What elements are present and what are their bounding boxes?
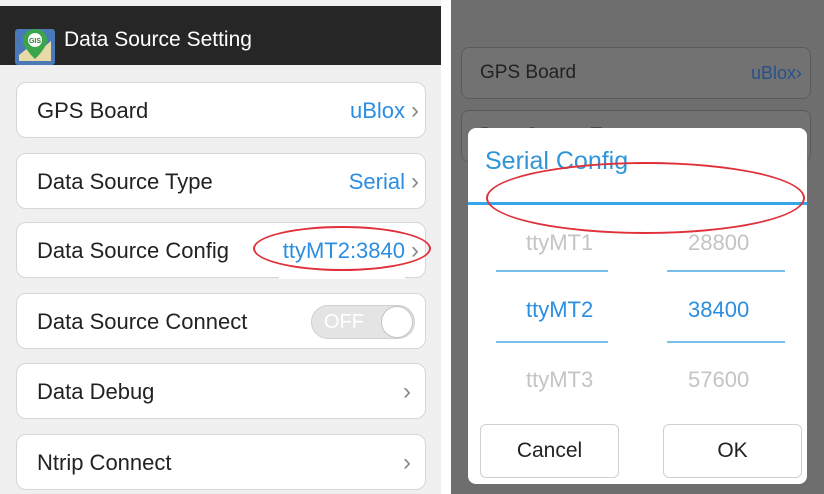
gps-board-row-dimmed: GPS Board uBlox› — [461, 47, 811, 99]
title-divider — [468, 202, 807, 205]
connect-toggle[interactable]: OFF — [311, 305, 415, 339]
data-debug-label: Data Debug — [37, 379, 155, 404]
serial-config-screen: GPS Board uBlox› Data Source Type Serial… — [451, 0, 824, 494]
chevron-right-icon: › — [411, 237, 419, 264]
data-source-type-row[interactable]: Data Source Type Serial › — [16, 153, 426, 209]
port-option[interactable]: ttyMT1 — [526, 228, 593, 258]
data-source-config-value: ttyMT2:3840 — [278, 223, 405, 279]
chevron-right-icon: › — [411, 168, 419, 195]
picker-divider — [667, 270, 785, 272]
port-selected[interactable]: ttyMT2 — [526, 295, 593, 325]
gps-board-label: GPS Board — [480, 62, 577, 83]
data-debug-row[interactable]: Data Debug › — [16, 363, 426, 419]
data-source-connect-row: Data Source Connect OFF — [16, 293, 426, 349]
title-bar: GIS Data Source Setting — [0, 6, 441, 65]
chevron-right-icon: › — [403, 449, 411, 476]
picker-divider — [496, 341, 608, 343]
data-source-type-value: Serial — [348, 169, 405, 194]
picker-divider — [496, 270, 608, 272]
data-source-connect-label: Data Source Connect — [37, 309, 248, 334]
gis-map-pin-icon: GIS — [15, 29, 55, 65]
port-option[interactable]: ttyMT3 — [526, 365, 593, 395]
picker-divider — [667, 341, 785, 343]
cancel-button[interactable]: Cancel — [480, 424, 619, 478]
gps-board-label: GPS Board — [37, 98, 149, 123]
data-source-type-label: Data Source Type — [37, 169, 213, 194]
baud-option[interactable]: 28800 — [688, 228, 749, 258]
chevron-right-icon: › — [403, 378, 411, 405]
svg-text:GIS: GIS — [29, 38, 41, 45]
serial-config-dialog: Serial Config ttyMT1 28800 ttyMT2 38400 … — [468, 128, 807, 484]
baud-selected[interactable]: 38400 — [688, 295, 749, 325]
toggle-knob — [381, 306, 413, 338]
gps-board-value: uBlox — [349, 98, 405, 123]
chevron-right-icon: › — [411, 97, 419, 124]
data-source-config-label: Data Source Config — [37, 238, 229, 263]
gps-board-value: uBlox› — [750, 63, 802, 83]
toggle-state-text: OFF — [324, 311, 364, 333]
data-source-config-row[interactable]: Data Source Config ttyMT2:3840 › — [16, 222, 426, 279]
ntrip-connect-row[interactable]: Ntrip Connect › — [16, 434, 426, 490]
baud-option[interactable]: 57600 — [688, 365, 749, 395]
ntrip-connect-label: Ntrip Connect — [37, 450, 172, 475]
dialog-title: Serial Config — [485, 147, 629, 175]
settings-screen: GIS Data Source Setting GPS Board uBlox … — [0, 0, 441, 494]
ok-button[interactable]: OK — [663, 424, 802, 478]
gps-board-row[interactable]: GPS Board uBlox › — [16, 82, 426, 138]
page-title: Data Source Setting — [64, 28, 252, 51]
